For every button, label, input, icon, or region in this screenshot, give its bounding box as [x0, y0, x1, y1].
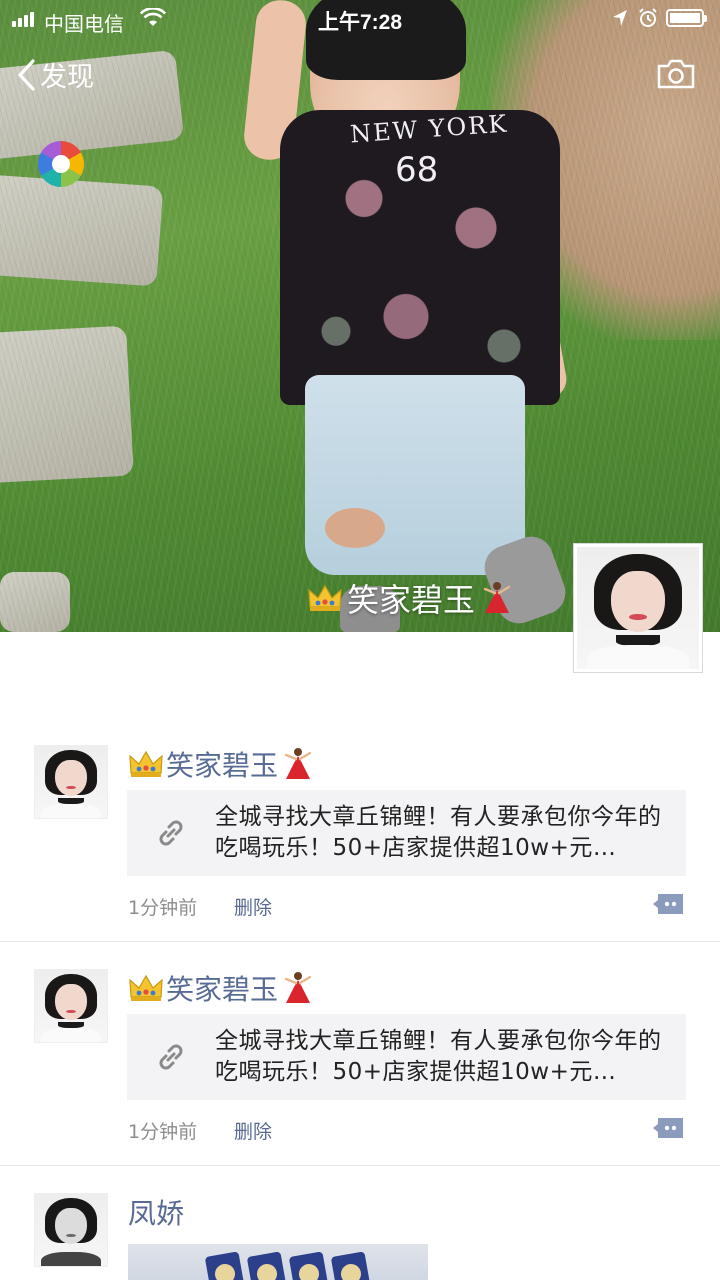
cover-child-figure: NEW YORK 68: [241, 0, 572, 632]
post-divider: [0, 941, 720, 942]
avatar-image: [35, 746, 107, 818]
crown-icon: [308, 584, 342, 611]
dancer-icon: [483, 582, 511, 613]
avatar-image: [577, 547, 699, 669]
avatar-image: [35, 970, 107, 1042]
camera-icon[interactable]: [656, 58, 696, 90]
cover-photo[interactable]: NEW YORK 68: [0, 0, 720, 632]
post-author-name: 笑家碧玉: [166, 973, 279, 1006]
location-arrow-icon: [613, 10, 627, 26]
crown-icon: [129, 750, 163, 777]
delete-button[interactable]: 删除: [234, 1117, 272, 1144]
shared-link-card[interactable]: 全城寻找大章丘锦鲤！有人要承包你今年的吃喝玩乐！50+店家提供超10w+元…: [127, 790, 686, 876]
cover-user-name-text: 笑家碧玉: [347, 581, 476, 619]
post-author[interactable]: 笑家碧玉: [128, 744, 316, 784]
link-icon: [127, 790, 215, 876]
shared-link-card[interactable]: 全城寻找大章丘锦鲤！有人要承包你今年的吃喝玩乐！50+店家提供超10w+元…: [127, 1014, 686, 1100]
comment-menu-icon[interactable]: [652, 1117, 684, 1139]
post-avatar[interactable]: [34, 969, 108, 1043]
link-icon: [127, 1014, 215, 1100]
alarm-icon: [639, 8, 657, 27]
delete-button[interactable]: 删除: [234, 893, 272, 920]
back-button[interactable]: 发现: [16, 55, 94, 94]
post-time: 1分钟前: [128, 897, 198, 919]
crown-icon: [129, 974, 163, 1001]
post-author[interactable]: 笑家碧玉: [128, 968, 316, 1008]
post-author[interactable]: 凤娇: [128, 1192, 184, 1232]
dancer-icon: [284, 748, 312, 779]
post-divider: [0, 1165, 720, 1166]
chevron-left-icon: [18, 58, 35, 91]
shared-link-title: 全城寻找大章丘锦鲤！有人要承包你今年的吃喝玩乐！50+店家提供超10w+元…: [215, 1028, 662, 1085]
back-label: 发现: [40, 62, 94, 93]
post-author-name: 凤娇: [128, 1197, 185, 1230]
post-avatar[interactable]: [34, 1193, 108, 1267]
post-author-name: 笑家碧玉: [166, 749, 279, 782]
dancer-icon: [284, 972, 312, 1003]
shutter-icon[interactable]: [38, 141, 84, 187]
child-jeans: [305, 375, 525, 575]
comment-menu-icon[interactable]: [652, 893, 684, 915]
profile-avatar[interactable]: [573, 543, 703, 673]
post-avatar[interactable]: [34, 745, 108, 819]
child-knee: [325, 508, 385, 548]
post-time: 1分钟前: [128, 1121, 198, 1143]
post-image[interactable]: [128, 1244, 428, 1280]
shared-link-title: 全城寻找大章丘锦鲤！有人要承包你今年的吃喝玩乐！50+店家提供超10w+元…: [215, 804, 662, 861]
avatar-image: [35, 1194, 107, 1266]
battery-icon: [666, 9, 707, 27]
status-bar: 中国电信 上午7:28: [0, 0, 720, 40]
shirt-number: 68: [395, 150, 439, 190]
cover-user-name[interactable]: 笑家碧玉: [307, 575, 515, 621]
